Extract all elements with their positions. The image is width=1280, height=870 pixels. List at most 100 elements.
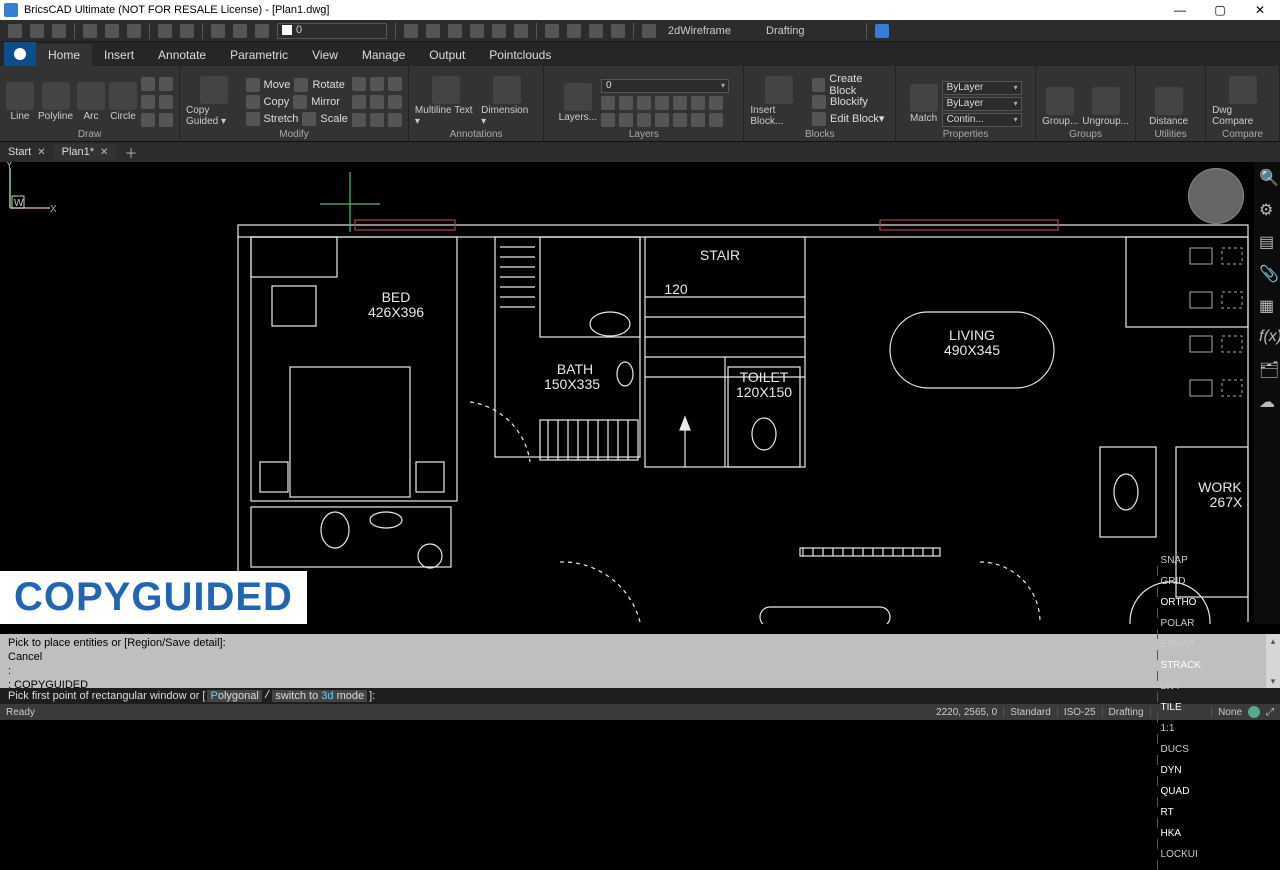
status-toggle-strack[interactable]: STRACK (1157, 660, 1206, 671)
mtext-button[interactable]: Multiline Text ▾ (415, 76, 477, 127)
mod-s1-icon[interactable] (352, 77, 366, 91)
command-line[interactable]: Pick first point of rectangular window o… (0, 688, 1280, 704)
cmd-scrollbar[interactable]: ▴▾ (1266, 634, 1280, 688)
qat-i5-icon[interactable] (492, 24, 506, 38)
mod-s2-icon[interactable] (370, 77, 384, 91)
copyguided-button[interactable]: Copy Guided ▾ (186, 76, 242, 127)
qat-new-icon[interactable] (8, 24, 22, 38)
arc-button[interactable]: Arc (77, 82, 105, 122)
panel-search-icon[interactable]: 🔍 (1259, 168, 1275, 184)
qat-printpreview-icon[interactable] (105, 24, 119, 38)
qat-publish-icon[interactable] (127, 24, 141, 38)
status-toggle-lockui[interactable]: LOCKUI (1157, 849, 1202, 860)
mirror-icon[interactable] (293, 95, 307, 109)
qat-help-icon[interactable] (875, 24, 889, 38)
mod-s5-icon[interactable] (370, 95, 384, 109)
panel-cloud-icon[interactable]: ☁ (1259, 392, 1275, 408)
lineweight-select[interactable]: ByLayer (942, 97, 1022, 111)
draw-small1-icon[interactable] (141, 77, 155, 91)
status-toggle-rt[interactable]: RT (1157, 807, 1178, 818)
ungroup-button[interactable]: Ungroup... (1082, 87, 1129, 127)
lay-s9-icon[interactable] (619, 113, 633, 127)
lay-s10-icon[interactable] (637, 113, 651, 127)
status-toggle-1:1[interactable]: 1:1 (1157, 723, 1179, 734)
workspace-select[interactable]: Drafting (762, 25, 858, 37)
status-textstyle[interactable]: Standard (1010, 707, 1051, 718)
mod-s7-icon[interactable] (352, 113, 366, 127)
panel-attach-icon[interactable]: 📎 (1259, 264, 1275, 280)
status-toggle-lwt[interactable]: LWT (1157, 681, 1185, 692)
linetype-select[interactable]: Contin... (942, 113, 1022, 127)
qat-i2-icon[interactable] (426, 24, 440, 38)
draw-small3-icon[interactable] (141, 95, 155, 109)
qat-undo-icon[interactable] (158, 24, 172, 38)
draw-small2-icon[interactable] (159, 77, 173, 91)
visual-style-select[interactable]: 2dWireframe (664, 25, 754, 37)
lay-s7-icon[interactable] (709, 96, 723, 110)
doctab-start[interactable]: Start✕ (0, 144, 54, 160)
panel-fx-icon[interactable]: f(x) (1259, 328, 1275, 344)
lay-s4-icon[interactable] (655, 96, 669, 110)
qat-i3-icon[interactable] (448, 24, 462, 38)
panel-layers-icon[interactable]: ▤ (1259, 232, 1275, 248)
status-toggle-ortho[interactable]: ORTHO (1157, 597, 1201, 608)
qat-save-icon[interactable] (52, 24, 66, 38)
drawing-canvas[interactable]: BED 426X396 BATH 150X335 STAIR 120 TOILE… (0, 162, 1280, 624)
status-toggle-ducs[interactable]: DUCS (1157, 744, 1193, 755)
qat-layer1-icon[interactable] (211, 24, 225, 38)
qat-vs-icon[interactable] (642, 24, 656, 38)
qat-i9-icon[interactable] (589, 24, 603, 38)
view-cube[interactable] (1188, 168, 1244, 224)
qat-layer2-icon[interactable] (233, 24, 247, 38)
insertblock-button[interactable]: Insert Block... (750, 76, 808, 127)
minimize-button[interactable]: — (1160, 3, 1200, 17)
matchprop-button[interactable]: Match (910, 84, 938, 124)
qat-open-icon[interactable] (30, 24, 44, 38)
panel-struct-icon[interactable]: ▦ (1259, 296, 1275, 312)
tab-annotate[interactable]: Annotate (146, 44, 218, 66)
status-dimstyle[interactable]: ISO-25 (1064, 707, 1096, 718)
draw-small4-icon[interactable] (159, 95, 173, 109)
mod-s9-icon[interactable] (388, 113, 402, 127)
lay-s8-icon[interactable] (601, 113, 615, 127)
status-workspace[interactable]: Drafting (1109, 707, 1144, 718)
editblock-button[interactable]: Edit Block▾ (812, 111, 889, 126)
lay-s6-icon[interactable] (691, 96, 705, 110)
status-toggle-quad[interactable]: QUAD (1157, 786, 1194, 797)
draw-small5-icon[interactable] (141, 113, 155, 127)
dwgcompare-button[interactable]: Dwg Compare (1212, 76, 1273, 127)
circle-button[interactable]: Circle (109, 82, 137, 122)
status-expand-icon[interactable]: ⤢ (1266, 707, 1274, 718)
tab-home[interactable]: Home (36, 44, 92, 66)
tab-view[interactable]: View (300, 44, 350, 66)
tab-pointclouds[interactable]: Pointclouds (477, 44, 563, 66)
qat-print-icon[interactable] (83, 24, 97, 38)
tab-parametric[interactable]: Parametric (218, 44, 300, 66)
qat-i8-icon[interactable] (567, 24, 581, 38)
lay-s11-icon[interactable] (655, 113, 669, 127)
move-icon[interactable] (246, 78, 260, 92)
copy-icon[interactable] (246, 95, 260, 109)
mod-s8-icon[interactable] (370, 113, 384, 127)
mod-s4-icon[interactable] (352, 95, 366, 109)
draw-small6-icon[interactable] (159, 113, 173, 127)
status-toggle-esnap[interactable]: ESNAP (1157, 639, 1199, 650)
blockify-button[interactable]: Blockify (812, 94, 889, 109)
lay-s2-icon[interactable] (619, 96, 633, 110)
status-toggle-hka[interactable]: HKA (1157, 828, 1186, 839)
status-toggle-polar[interactable]: POLAR (1157, 618, 1199, 629)
command-history[interactable]: Pick to place entities or [Region/Save d… (0, 634, 1280, 688)
tab-manage[interactable]: Manage (350, 44, 417, 66)
qat-layer3-icon[interactable] (255, 24, 269, 38)
lay-s5-icon[interactable] (673, 96, 687, 110)
doctab-plan1-close[interactable]: ✕ (100, 147, 108, 158)
createblock-button[interactable]: Create Block (812, 77, 889, 92)
mod-s6-icon[interactable] (388, 95, 402, 109)
qat-redo-icon[interactable] (180, 24, 194, 38)
stretch-icon[interactable] (246, 112, 260, 126)
dimension-button[interactable]: Dimension ▾ (481, 76, 533, 127)
qat-i4-icon[interactable] (470, 24, 484, 38)
lay-s12-icon[interactable] (673, 113, 687, 127)
qat-i6-icon[interactable] (514, 24, 528, 38)
status-anno[interactable]: None (1218, 707, 1242, 718)
